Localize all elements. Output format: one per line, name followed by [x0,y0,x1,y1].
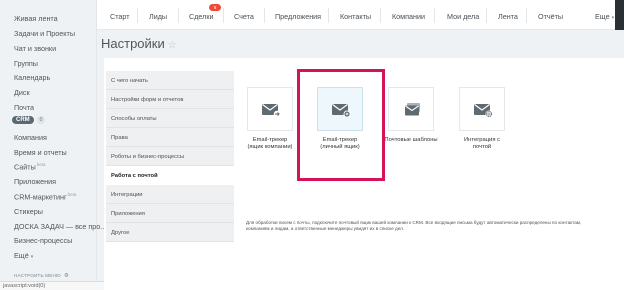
menu-item-integrations[interactable]: Интеграции [106,185,234,204]
nav-divider [223,8,224,23]
top-navigation: Старт Лиды Сделки 6 Счета Предложения Ко… [97,0,624,30]
nav-divider [526,8,527,23]
nav-divider [380,8,381,23]
nav-divider [264,8,265,23]
menu-item-permissions[interactable]: Права [106,128,234,147]
sidebar-item-business-processes[interactable]: Бизнес-процессы [14,236,72,245]
configure-menu-button[interactable]: НАСТРОИТЬ МЕНЮ ⚙ [14,273,69,279]
tile-label: Почтовые шаблоны [376,137,446,144]
menu-item-apps[interactable]: Приложения [106,204,234,223]
sidebar-item-task-board[interactable]: ДОСКА ЗАДАЧ — все про... [14,222,106,231]
tile-label-line1: Email-трекер [252,137,288,143]
sidebar-item-chat[interactable]: Чат и звонки [14,44,56,53]
nav-divider [434,8,435,23]
tile-label: Интеграция с почтой [447,137,517,151]
left-sidebar: Живая лента Задачи и Проекты Чат и звонк… [0,0,106,290]
nav-my-activities[interactable]: Мои дела [447,12,479,21]
menu-item-forms-reports[interactable]: Настройки форм и отчетов [106,90,234,109]
sidebar-item-apps[interactable]: Приложения [14,177,56,186]
nav-more[interactable]: Еще ▾ [595,12,614,21]
settings-menu: С чего начать Настройки форм и отчетов С… [106,71,234,242]
mail-templates-icon [405,103,420,116]
menu-item-mail[interactable]: Работа с почтой [106,166,234,185]
sidebar-item-time-reports[interactable]: Время и отчеты [14,148,67,157]
menu-item-other[interactable]: Другое [106,223,234,242]
sidebar-item-company[interactable]: Компания [14,133,47,142]
sidebar-item-crm[interactable]: CRM 0 [12,116,46,124]
nav-invoices[interactable]: Счета [234,12,254,21]
mail-settings-icon [474,104,493,118]
beta-label: beta [36,162,46,167]
sidebar-item-mail[interactable]: Почта [14,103,34,112]
sidebar-item-tasks[interactable]: Задачи и Проекты [14,29,75,38]
nav-divider [486,8,487,23]
sidebar-item-disk[interactable]: Диск [14,88,30,97]
crm-badge: CRM [12,116,34,124]
menu-item-robots[interactable]: Роботы и бизнес-процессы [106,147,234,166]
crm-counter: 0 [36,116,46,124]
sidebar-item-crm-marketing[interactable]: CRM-маркетингbeta [14,192,76,201]
tile-label-line2: почтой [472,144,492,150]
nav-reports[interactable]: Отчёты [538,12,563,21]
star-icon[interactable]: ☆ [168,40,177,51]
nav-divider [328,8,329,23]
sidebar-item-calendar[interactable]: Календарь [14,73,50,82]
gear-icon: ⚙ [63,273,69,279]
sidebar-item-crm-marketing-label: CRM-маркетинг [14,192,67,202]
nav-start[interactable]: Старт [110,12,130,21]
nav-quotes[interactable]: Предложения [275,12,321,21]
tile-label-line2: (ящик компании) [247,144,293,150]
nav-leads[interactable]: Лиды [149,12,167,21]
nav-more-label: Еще [595,12,610,21]
chevron-down-icon: ▾ [30,254,34,260]
sidebar-item-sites[interactable]: Сайтыbeta [14,162,46,171]
beta-label: beta [67,192,77,197]
page-title: Настройки ☆ [101,36,177,51]
nav-divider [137,8,138,23]
tile-mail-integration[interactable] [459,87,505,131]
highlight-frame [297,69,385,181]
tile-mail-templates[interactable] [388,87,434,131]
sidebar-more-label: Ещё [14,251,29,260]
menu-item-payment-methods[interactable]: Способы оплаты [106,109,234,128]
nav-feed[interactable]: Лента [498,12,518,21]
tile-label-line1: Почтовые шаблоны [384,137,438,143]
sidebar-item-sites-label: Сайты [14,162,36,172]
tile-email-tracker-company[interactable] [247,87,293,131]
page-title-text: Настройки [101,36,165,51]
sidebar-item-feed[interactable]: Живая лента [14,14,58,23]
nav-contacts[interactable]: Контакты [340,12,371,21]
configure-menu-label: НАСТРОИТЬ МЕНЮ [14,273,61,278]
nav-companies[interactable]: Компании [392,12,425,21]
mail-info-text: Для обработки писем с почты, подключите … [246,220,582,232]
chevron-down-icon: ▾ [611,15,615,21]
sidebar-item-stickers[interactable]: Стикеры [14,207,43,216]
window-edge [615,0,624,30]
sidebar-item-more[interactable]: Ещё ▾ [14,251,33,260]
menu-item-getting-started[interactable]: С чего начать [106,71,234,90]
sidebar-item-groups[interactable]: Группы [14,59,38,68]
tile-label-line1: Интеграция с [464,137,500,143]
nav-deals[interactable]: Сделки [189,12,214,21]
mail-send-icon [262,104,281,118]
nav-divider [178,8,179,23]
tile-label: Email-трекер (ящик компании) [235,137,305,151]
deals-counter-badge: 6 [209,4,221,11]
